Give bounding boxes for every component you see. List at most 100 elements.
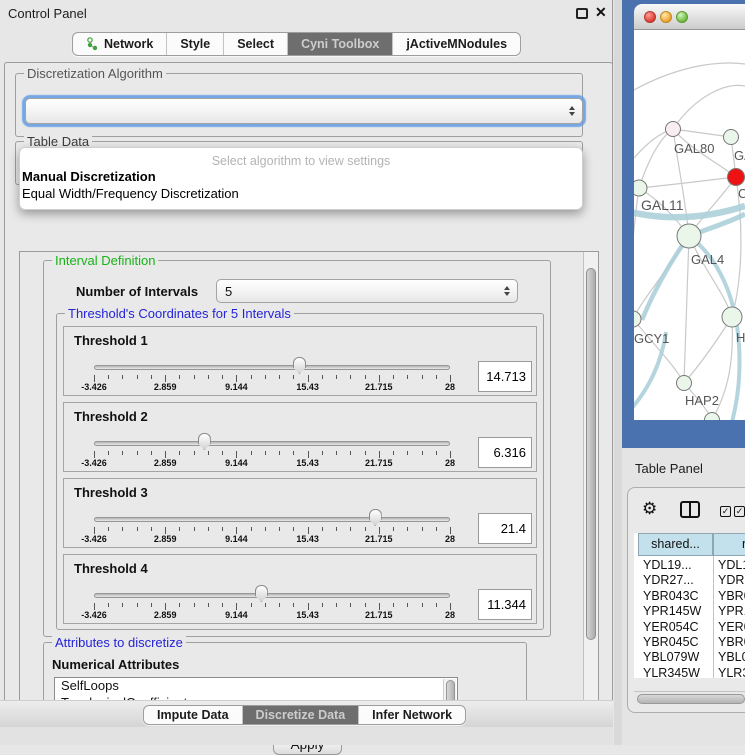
tab-jactivemnodules[interactable]: jActiveMNodules xyxy=(393,33,520,55)
settings-scrollbar-thumb[interactable] xyxy=(586,268,596,640)
network-window-titlebar[interactable] xyxy=(634,4,745,30)
table-settings-gear-icon[interactable]: ⚙ xyxy=(642,500,657,517)
dropdown-option-manual-discretization[interactable]: Manual Discretization xyxy=(20,168,582,185)
slider-tick xyxy=(365,603,366,607)
slider-tick xyxy=(436,375,437,379)
slider-tick xyxy=(151,451,152,455)
table-panel-title: Table Panel xyxy=(635,461,703,476)
slider-tick xyxy=(379,375,380,382)
select-none-checkbox-icon[interactable]: ✓ xyxy=(734,506,745,517)
slider-track[interactable] xyxy=(94,441,450,446)
close-traffic-light-icon[interactable] xyxy=(644,11,656,23)
network-node[interactable] xyxy=(666,122,681,137)
mode-tab-infer-network[interactable]: Infer Network xyxy=(359,706,465,724)
slider-thumb[interactable] xyxy=(369,509,382,526)
number-of-intervals-combobox[interactable]: 5 xyxy=(216,279,518,303)
slider-tick xyxy=(151,527,152,531)
settings-vertical-scrollbar[interactable] xyxy=(583,252,598,730)
slider-thumb[interactable] xyxy=(198,433,211,450)
cell-name[interactable]: YBR0 xyxy=(718,589,745,603)
dropdown-option-equal-width-frequency-discretization[interactable]: Equal Width/Frequency Discretization xyxy=(20,185,582,202)
table-row[interactable]: YDL19... YDL1 xyxy=(634,558,745,574)
tab-style[interactable]: Style xyxy=(167,33,224,55)
table-body[interactable]: YDL19...YDL1YDR27...YDR2YBR043CYBR0YPR14… xyxy=(634,556,745,678)
slider-tick xyxy=(122,603,123,607)
threshold-value-field[interactable]: 21.4 xyxy=(478,513,532,544)
threshold-slider[interactable]: -3.4262.8599.14415.4321.71528 xyxy=(94,403,450,473)
threshold-value-field[interactable]: 14.713 xyxy=(478,361,532,392)
cell-name[interactable]: YDR2 xyxy=(718,573,745,587)
slider-tick xyxy=(108,451,109,455)
table-row[interactable]: YDR27... YDR2 xyxy=(634,573,745,589)
panel-divider[interactable] xyxy=(614,0,622,745)
table-row[interactable]: YBR045C YBR0 xyxy=(634,635,745,651)
close-icon[interactable]: ✕ xyxy=(595,4,607,21)
slider-tick xyxy=(379,527,380,534)
slider-track[interactable] xyxy=(94,517,450,522)
cell-shared-name[interactable]: YBR045C xyxy=(643,635,699,649)
slider-track[interactable] xyxy=(94,593,450,598)
cell-name[interactable]: YBR0 xyxy=(718,635,745,649)
minimize-traffic-light-icon[interactable] xyxy=(660,11,672,23)
algorithm-combobox[interactable] xyxy=(25,98,583,124)
zoom-traffic-light-icon[interactable] xyxy=(676,11,688,23)
slider-tick xyxy=(293,451,294,455)
slider-thumb[interactable] xyxy=(255,585,268,602)
slider-track[interactable] xyxy=(94,365,450,370)
tab-select[interactable]: Select xyxy=(224,33,288,55)
threshold-slider[interactable]: -3.4262.8599.14415.4321.71528 xyxy=(94,555,450,625)
slider-thumb[interactable] xyxy=(293,357,306,374)
cell-name[interactable]: YPR1 xyxy=(718,604,745,618)
hscroll-thumb[interactable] xyxy=(637,694,745,704)
table-row[interactable]: YPR145W YPR1 xyxy=(634,604,745,620)
cell-shared-name[interactable]: YBR043C xyxy=(643,589,699,603)
attribute-item-selfloops[interactable]: SelfLoops xyxy=(55,678,457,695)
cell-shared-name[interactable]: YPR145W xyxy=(643,604,701,618)
cell-name[interactable]: YDL1 xyxy=(718,558,745,572)
table-row[interactable]: YER054C YER0 xyxy=(634,620,745,636)
cell-name[interactable]: YBL0 xyxy=(718,650,745,664)
network-node[interactable] xyxy=(677,224,701,248)
slider-tick xyxy=(265,375,266,379)
slider-tick xyxy=(208,451,209,455)
network-node[interactable] xyxy=(728,169,745,186)
cell-shared-name[interactable]: YDL19... xyxy=(643,558,692,572)
table-row[interactable]: YBR043C YBR0 xyxy=(634,589,745,605)
slider-tick-label: 9.144 xyxy=(225,458,248,468)
cell-shared-name[interactable]: YER054C xyxy=(643,620,699,634)
network-node[interactable] xyxy=(634,311,641,327)
network-node[interactable] xyxy=(705,413,720,421)
table-row[interactable]: YLR345W YLR3 xyxy=(634,666,745,678)
network-node[interactable] xyxy=(677,376,692,391)
slider-tick xyxy=(365,375,366,379)
table-column-header-shared-name[interactable]: shared... xyxy=(638,533,713,556)
slider-tick xyxy=(208,603,209,607)
threshold-slider[interactable]: -3.4262.8599.14415.4321.71528 xyxy=(94,327,450,397)
cell-shared-name[interactable]: YLR345W xyxy=(643,666,700,678)
cell-name[interactable]: YER0 xyxy=(718,620,745,634)
mode-tab-discretize-data[interactable]: Discretize Data xyxy=(243,706,360,724)
slider-tick xyxy=(436,451,437,455)
network-node[interactable] xyxy=(724,130,739,145)
select-all-checkbox-icon[interactable]: ✓ xyxy=(720,506,731,517)
table-column-header-name[interactable]: n xyxy=(713,533,745,556)
threshold-box-3: Threshold 3-3.4262.8599.14415.4321.71528… xyxy=(63,478,537,548)
tab-network[interactable]: Network xyxy=(73,33,167,55)
network-canvas[interactable]: GAL80GACGAL11GAL4GCY1HHAP2 xyxy=(634,30,745,420)
threshold-value-field[interactable]: 6.316 xyxy=(478,437,532,468)
table-horizontal-scrollbar[interactable] xyxy=(634,691,745,705)
cell-shared-name[interactable]: YBL079W xyxy=(643,650,699,664)
cell-name[interactable]: YLR3 xyxy=(718,666,745,678)
float-window-icon[interactable] xyxy=(576,8,588,19)
threshold-value-field[interactable]: 11.344 xyxy=(478,589,532,620)
column-layout-icon[interactable] xyxy=(680,501,700,518)
table-row[interactable]: YBL079W YBL0 xyxy=(634,650,745,666)
network-node[interactable] xyxy=(634,180,647,196)
tab-cyni-toolbox[interactable]: Cyni Toolbox xyxy=(288,33,393,55)
threshold-slider[interactable]: -3.4262.8599.14415.4321.71528 xyxy=(94,479,450,549)
mode-tab-impute-data[interactable]: Impute Data xyxy=(144,706,243,724)
slider-tick xyxy=(450,375,451,382)
network-node[interactable] xyxy=(722,307,742,327)
cell-shared-name[interactable]: YDR27... xyxy=(643,573,694,587)
slider-tick xyxy=(422,603,423,607)
